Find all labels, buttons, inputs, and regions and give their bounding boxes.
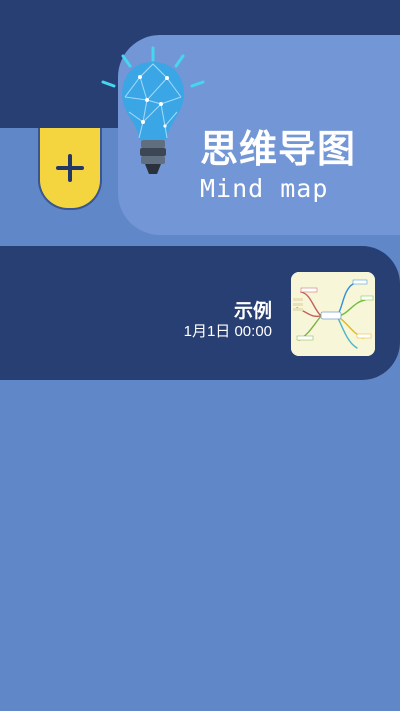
add-mindmap-button[interactable] (38, 128, 102, 210)
item-date: 1月1日 00:00 (183, 323, 272, 340)
app-subtitle: Mind map (200, 174, 329, 203)
mind-map-thumbnail (291, 272, 375, 356)
item-title: 示例 (233, 300, 272, 322)
plus-icon (56, 154, 84, 182)
mind-map-thumbnail-icon (291, 272, 375, 356)
lightbulb-icon (101, 46, 205, 174)
list-item[interactable]: 示例 1月1日 00:00 (0, 246, 400, 380)
app-title: 思维导图 (200, 127, 357, 171)
